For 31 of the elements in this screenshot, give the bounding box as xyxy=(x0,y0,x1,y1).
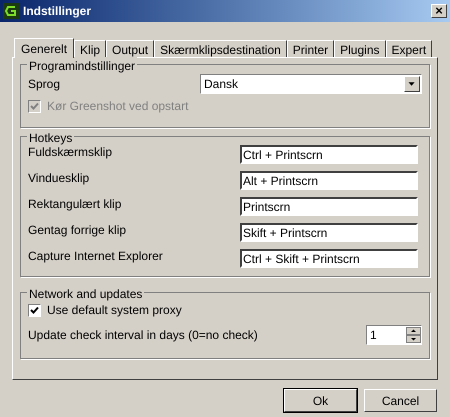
checkbox[interactable] xyxy=(28,304,41,316)
hotkey-field[interactable]: Ctrl + Printscrn xyxy=(240,145,418,164)
hotkey-field[interactable]: Printscrn xyxy=(240,197,418,216)
tab[interactable]: Generelt xyxy=(14,38,74,58)
hotkey-field[interactable]: Skift + Printscrn xyxy=(240,223,418,242)
interval-label: Update check interval in days (0=no check) xyxy=(28,327,258,344)
tab[interactable]: Expert xyxy=(386,40,432,57)
hotkey-field[interactable]: Alt + Printscrn xyxy=(240,171,418,190)
close-button[interactable]: × xyxy=(431,4,447,18)
tab[interactable]: Output xyxy=(106,40,154,57)
window-title: Indstillinger xyxy=(23,3,92,20)
checkbox-label: Kør Greenshot ved opstart xyxy=(47,98,188,115)
tab[interactable]: Skærmklipsdestination xyxy=(154,40,287,57)
hotkey-label: Capture Internet Explorer xyxy=(28,248,163,265)
tab[interactable]: Plugins xyxy=(334,40,386,57)
checkbox-label: Use default system proxy xyxy=(47,302,182,319)
hotkey-field[interactable]: Ctrl + Skift + Printscrn xyxy=(240,249,418,268)
hotkey-label: Vinduesklip xyxy=(28,170,90,187)
spinner-arrows-icon xyxy=(406,327,421,343)
dialog-button[interactable]: Ok xyxy=(284,389,357,412)
hotkey-label: Fuldskærmsklip xyxy=(28,144,112,161)
app-icon xyxy=(3,3,19,19)
language-label: Sprog xyxy=(28,76,60,93)
hotkey-label: Rektangulært klip xyxy=(28,196,122,213)
tab[interactable]: Klip xyxy=(74,40,106,57)
hotkey-label: Gentag forrige klip xyxy=(28,222,126,239)
group-title: Programindstillinger xyxy=(27,57,138,75)
dialog-button[interactable]: Cancel xyxy=(364,389,437,412)
language-dropdown[interactable]: Dansk xyxy=(200,74,422,94)
tab[interactable]: Printer xyxy=(286,40,334,57)
interval-spinner[interactable]: 1 xyxy=(366,325,422,345)
